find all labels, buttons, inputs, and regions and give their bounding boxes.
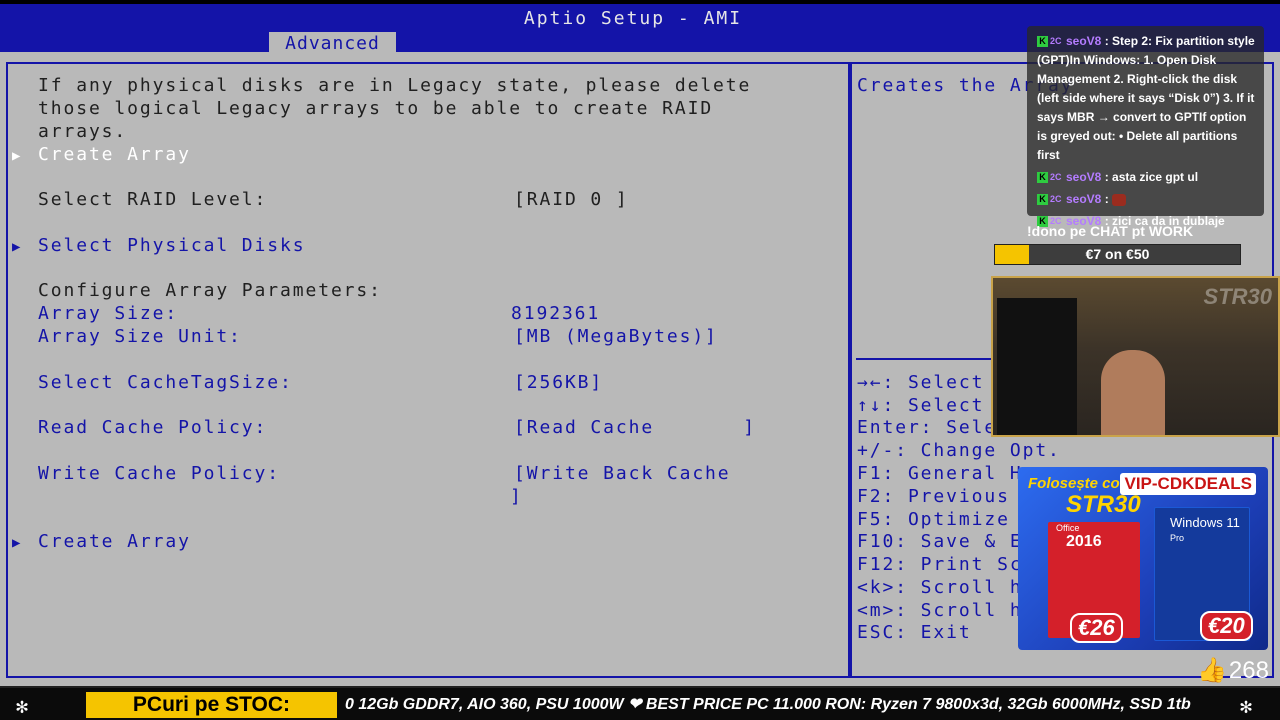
emote-icon	[1112, 193, 1127, 206]
sub-badge-icon: 2C	[1050, 36, 1062, 47]
chat-message: K 2C seoV8 : asta zice gpt ul	[1037, 168, 1256, 187]
chat-username[interactable]: seoV8	[1066, 170, 1101, 184]
tab-advanced[interactable]: Advanced	[269, 32, 396, 56]
help-separator	[856, 358, 996, 360]
sponsor-ad[interactable]: Folosește codul STR30 VIP-CDKDEALS Offic…	[1018, 467, 1268, 650]
configure-header: Configure Array Parameters:	[38, 280, 382, 301]
help-key-line: <m>: Scroll h	[857, 600, 1023, 621]
kick-badge-icon: K	[1037, 194, 1048, 206]
likes-counter: 👍268	[1197, 656, 1269, 685]
thumbs-up-icon: 👍	[1197, 657, 1227, 684]
donation-goal-label: !dono pe CHAT pt WORK	[1027, 223, 1194, 239]
write-cache-policy-value[interactable]: [Write Back Cache	[514, 463, 731, 484]
read-cache-policy-value[interactable]: [Read Cache ]	[514, 417, 756, 438]
ad-brand: VIP-CDKDEALS	[1120, 473, 1256, 495]
webcam-watermark: STR30	[1203, 284, 1272, 309]
description-line-3: arrays.	[38, 121, 128, 142]
office-price: €26	[1070, 613, 1123, 643]
array-size-unit-label: Array Size Unit:	[38, 326, 242, 347]
write-cache-policy-value-cont: ]	[510, 486, 523, 507]
raid-level-value[interactable]: [RAID 0 ]	[514, 189, 629, 210]
array-size-unit-value[interactable]: [MB (MegaBytes)]	[514, 326, 718, 347]
news-ticker: ✻ PCuri pe STOC: 0 12Gb GDDR7, AIO 360, …	[0, 686, 1280, 720]
create-array-label: Create Array	[38, 144, 191, 165]
help-key-line: F5: Optimize	[857, 509, 1010, 530]
ticker-text: 0 12Gb GDDR7, AIO 360, PSU 1000W ❤ BEST …	[345, 696, 1191, 713]
chat-text: asta zice gpt ul	[1112, 170, 1199, 184]
help-key-line: F10: Save & E	[857, 531, 1023, 552]
windows-name: Windows 11	[1170, 515, 1240, 530]
windows-price: €20	[1200, 611, 1253, 641]
help-key-line: ESC: Exit	[857, 622, 972, 643]
chat-username[interactable]: seoV8	[1066, 192, 1101, 206]
pc-case	[997, 298, 1077, 435]
office-name: Office	[1056, 523, 1080, 533]
raid-level-label: Select RAID Level:	[38, 189, 268, 210]
help-key-line: →←: Select	[857, 372, 985, 393]
array-size-value[interactable]: 8192361	[511, 303, 600, 324]
array-size-label: Array Size:	[38, 303, 179, 324]
cache-tag-size-value[interactable]: [256KB]	[514, 372, 603, 393]
chat-message: K 2C seoV8 : Step 2: Fix partition style (…	[1037, 34, 1255, 162]
create-array-bottom-label: Create Array	[38, 531, 191, 552]
description-line-1: If any physical disks are in Legacy stat…	[38, 75, 752, 96]
cache-tag-size-label: Select CacheTagSize:	[38, 372, 293, 393]
gear-icon: ✻	[16, 694, 29, 718]
streamer	[1101, 350, 1165, 435]
triangle-right-icon: ▶	[12, 239, 21, 255]
help-key-line: Enter: Sele	[857, 417, 998, 438]
read-cache-policy-label: Read Cache Policy:	[38, 417, 268, 438]
likes-count: 268	[1228, 657, 1269, 684]
help-key-line: F1: General H	[857, 463, 1023, 484]
help-key-line: F12: Print Sc	[857, 554, 1023, 575]
kick-badge-icon: K	[1037, 172, 1048, 184]
sub-badge-icon: 2C	[1050, 194, 1062, 205]
kick-badge-icon: K	[1037, 36, 1048, 48]
ad-code: STR30	[1066, 491, 1141, 518]
gear-icon: ✻	[1240, 694, 1253, 718]
windows-edition: Pro	[1170, 533, 1185, 543]
help-key-line: F2: Previous	[857, 486, 1010, 507]
chat-text: Step 2: Fix partition style (GPT)In Wind…	[1037, 34, 1255, 162]
sub-badge-icon: 2C	[1050, 172, 1062, 183]
select-physical-disks-label: Select Physical Disks	[38, 235, 306, 256]
donation-progress-bar: €7 on €50	[994, 244, 1241, 265]
description-line-2: those logical Legacy arrays to be able t…	[38, 98, 714, 119]
donation-progress-text: €7 on €50	[1085, 246, 1150, 262]
triangle-right-icon: ▶	[12, 535, 21, 551]
help-key-line: +/-: Change Opt.	[857, 440, 1061, 461]
chat-overlay: K 2C seoV8 : Step 2: Fix partition style (…	[1027, 26, 1264, 228]
ticker-label: PCuri pe STOC:	[86, 692, 337, 718]
webcam-feed: STR30	[991, 276, 1280, 437]
help-key-line: <k>: Scroll h	[857, 577, 1023, 598]
triangle-right-icon: ▶	[12, 148, 21, 164]
write-cache-policy-label: Write Cache Policy:	[38, 463, 281, 484]
help-key-line: ↑↓: Select	[857, 395, 985, 416]
chat-username[interactable]: seoV8	[1066, 34, 1101, 48]
office-year: 2016	[1066, 533, 1102, 550]
chat-message: K 2C seoV8 :	[1037, 190, 1256, 209]
